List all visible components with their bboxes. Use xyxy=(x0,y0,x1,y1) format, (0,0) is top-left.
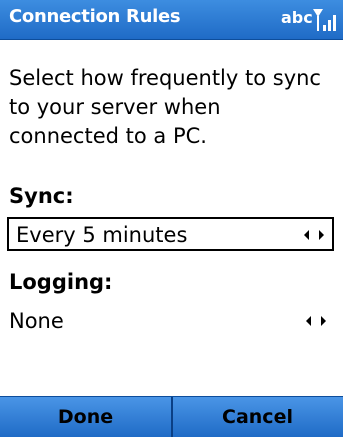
input-mode-indicator[interactable]: abc xyxy=(281,8,313,27)
sync-description: Select how frequently to sync to your se… xyxy=(9,66,321,148)
logging-label: Logging: xyxy=(9,270,113,294)
window-title: Connection Rules xyxy=(9,6,181,27)
antenna-signal-icon[interactable] xyxy=(312,6,340,34)
logging-selector[interactable]: None xyxy=(7,305,334,339)
sync-label: Sync: xyxy=(9,184,74,208)
done-button[interactable]: Done xyxy=(0,397,171,437)
logging-value: None xyxy=(9,309,64,333)
left-right-arrows-icon xyxy=(306,316,326,326)
sync-frequency-value: Every 5 minutes xyxy=(16,223,188,247)
cancel-button[interactable]: Cancel xyxy=(172,397,343,437)
softkey-bar: Done Cancel xyxy=(0,396,343,437)
title-bar: Connection Rules abc xyxy=(0,0,343,40)
sync-frequency-selector[interactable]: Every 5 minutes xyxy=(7,217,334,251)
left-right-arrows-icon xyxy=(304,230,324,240)
